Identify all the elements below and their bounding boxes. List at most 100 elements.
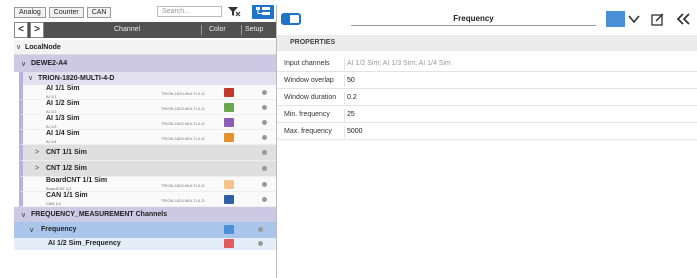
node-label: FREQUENCY_MEASUREMENT Channels <box>31 211 168 218</box>
channel-subname: AI 1/4 <box>46 139 57 144</box>
node-label: LocalNode <box>25 44 61 51</box>
channel-subname: AI 1/3 <box>46 124 57 129</box>
setup-dot-icon[interactable] <box>262 182 267 187</box>
chevron-down-icon[interactable] <box>628 14 640 24</box>
forward-button[interactable]: > <box>30 22 44 38</box>
chevron-down-icon[interactable]: ∨ <box>21 60 26 68</box>
search-input[interactable]: Search... <box>157 6 222 17</box>
channel-color-swatch[interactable] <box>224 103 234 112</box>
channel-row[interactable]: AI 1/3 Sim AI 1/3 TRION-1820-MULTI-4-D <box>19 115 276 130</box>
channel-name-field[interactable]: Frequency <box>351 12 596 26</box>
channel-subname: CAN 1/1 <box>46 201 62 206</box>
channel-row[interactable]: AI 1/2 Sim AI 1/2 TRION-1820-MULTI-4-D <box>19 100 276 115</box>
channel-subname: BoardCNT 1/1 <box>46 186 72 191</box>
channel-device: TRION-1820-MULTI-4-D <box>161 106 205 111</box>
tree-node-cnt-2[interactable]: > CNT 1/2 Sim <box>19 161 276 177</box>
filter-analog-button[interactable]: Analog <box>14 6 46 18</box>
setup-dot-icon[interactable] <box>262 105 267 110</box>
channel-enable-toggle[interactable] <box>281 13 301 25</box>
channel-color-swatch[interactable] <box>224 195 234 204</box>
channel-name: AI 1/2 Sim_Frequency <box>48 240 121 247</box>
min-frequency-field[interactable]: 25 <box>344 109 694 121</box>
setup-dot-icon[interactable] <box>258 227 263 232</box>
setup-dot-icon[interactable] <box>262 90 267 95</box>
chevron-right-icon[interactable]: > <box>35 165 39 172</box>
column-header-setup[interactable]: Setup <box>245 26 263 33</box>
channel-row[interactable]: AI 1/2 Sim_Frequency <box>14 238 276 250</box>
filter-funnel-icon[interactable] <box>227 6 241 17</box>
chevron-down-icon[interactable]: ∨ <box>28 74 33 82</box>
setup-dot-icon[interactable] <box>262 120 267 125</box>
property-row-window-overlap: Window overlap 50 <box>277 73 697 89</box>
back-button[interactable]: < <box>14 22 28 38</box>
tree-node-frequency[interactable]: ∨ Frequency <box>14 222 276 238</box>
property-label: Max. frequency <box>284 128 332 135</box>
edit-icon[interactable] <box>651 13 664 26</box>
channel-row[interactable]: CAN 1/1 Sim CAN 1/1 TRION-1820-MULTI-4-D <box>19 192 276 207</box>
chevron-down-icon[interactable]: ∨ <box>29 226 34 234</box>
property-row-input-channels: Input channels AI 1/2 Sim; AI 1/3 Sim; A… <box>277 56 697 72</box>
chevron-down-icon[interactable]: ∨ <box>16 43 21 51</box>
channel-device: TRION-1820-MULTI-4-D <box>161 198 205 203</box>
tree-header: < > Channel Color Setup <box>14 22 276 38</box>
channel-row[interactable]: AI 1/4 Sim AI 1/4 TRION-1820-MULTI-4-D <box>19 130 276 145</box>
channel-color-swatch[interactable] <box>224 118 234 127</box>
properties-section-header[interactable]: PROPERTIES <box>277 35 697 51</box>
tree-node-cnt-1[interactable]: > CNT 1/1 Sim <box>19 145 276 161</box>
tree-node-math-group[interactable]: ∨ FREQUENCY_MEASUREMENT Channels <box>14 207 276 222</box>
toggle-knob <box>283 15 290 23</box>
channel-color-swatch[interactable] <box>224 133 234 142</box>
channel-name: AI 1/3 Sim <box>46 115 80 122</box>
property-row-window-duration: Window duration 0.2 <box>277 90 697 106</box>
max-frequency-field[interactable]: 5000 <box>344 126 694 138</box>
chevron-right-icon[interactable]: > <box>35 149 39 156</box>
channel-row[interactable]: AI 1/1 Sim AI 1/1 TRION-1820-MULTI-4-D <box>19 85 276 100</box>
channel-detail-panel: Frequency PROPERTIES Input channels AI 1… <box>276 5 697 278</box>
input-channels-field[interactable]: AI 1/2 Sim; AI 1/3 Sim; AI 1/4 Sim <box>344 58 694 70</box>
window-overlap-field[interactable]: 50 <box>344 75 694 87</box>
setup-dot-icon[interactable] <box>258 241 263 246</box>
filter-can-button[interactable]: CAN <box>86 6 112 18</box>
setup-dot-icon[interactable] <box>262 197 267 202</box>
channel-subname: AI 1/2 <box>46 109 57 114</box>
property-row-max-frequency: Max. frequency 5000 <box>277 124 697 140</box>
column-header-color[interactable]: Color <box>209 26 226 33</box>
channel-device: TRION-1820-MULTI-4-D <box>161 136 205 141</box>
setup-dot-icon[interactable] <box>262 150 267 155</box>
channel-name: AI 1/4 Sim <box>46 130 80 137</box>
tree-node-localnode[interactable]: ∨ LocalNode <box>14 40 276 55</box>
node-label: TRION-1820-MULTI-4-D <box>38 75 115 82</box>
channel-name: BoardCNT 1/1 Sim <box>46 177 108 184</box>
channel-name: CAN 1/1 Sim <box>46 192 88 199</box>
channel-subname: AI 1/1 <box>46 94 57 99</box>
setup-dot-icon[interactable] <box>262 135 267 140</box>
column-header-channel[interactable]: Channel <box>114 26 140 33</box>
channel-device: TRION-1820-MULTI-4-D <box>161 91 205 96</box>
tree-node-module[interactable]: ∨ TRION-1820-MULTI-4-D <box>19 72 276 85</box>
setup-dot-icon[interactable] <box>262 166 267 171</box>
channel-color-swatch[interactable] <box>224 239 234 248</box>
tree-list-icon <box>256 7 270 15</box>
channel-name: AI 1/1 Sim <box>46 85 80 92</box>
column-separator[interactable] <box>241 25 242 35</box>
channel-color-swatch[interactable] <box>224 225 234 234</box>
filter-counter-button[interactable]: Counter <box>48 6 84 18</box>
channel-row[interactable]: BoardCNT 1/1 Sim BoardCNT 1/1 TRION-1820… <box>19 177 276 192</box>
channel-name: AI 1/2 Sim <box>46 100 80 107</box>
collapse-panel-icon[interactable] <box>676 13 691 25</box>
property-label: Window duration <box>284 94 337 101</box>
channel-color-swatch[interactable] <box>224 180 234 189</box>
channel-color-picker[interactable] <box>606 11 625 27</box>
tree-view-toggle-button[interactable] <box>252 5 274 19</box>
tree-node-device[interactable]: ∨ DEWE2-A4 <box>14 55 276 72</box>
property-label: Input channels <box>284 60 330 67</box>
column-separator[interactable] <box>201 25 202 35</box>
channel-color-swatch[interactable] <box>224 88 234 97</box>
channel-tree: ∨ LocalNode ∨ DEWE2-A4 ∨ TRION-1820-MULT… <box>14 40 276 250</box>
window-duration-field[interactable]: 0.2 <box>344 92 694 104</box>
detail-header: Frequency <box>277 5 697 31</box>
channel-device: TRION-1820-MULTI-4-D <box>161 121 205 126</box>
channel-device: TRION-1820-MULTI-4-D <box>161 183 205 188</box>
property-label: Window overlap <box>284 77 334 84</box>
chevron-down-icon[interactable]: ∨ <box>21 211 26 219</box>
